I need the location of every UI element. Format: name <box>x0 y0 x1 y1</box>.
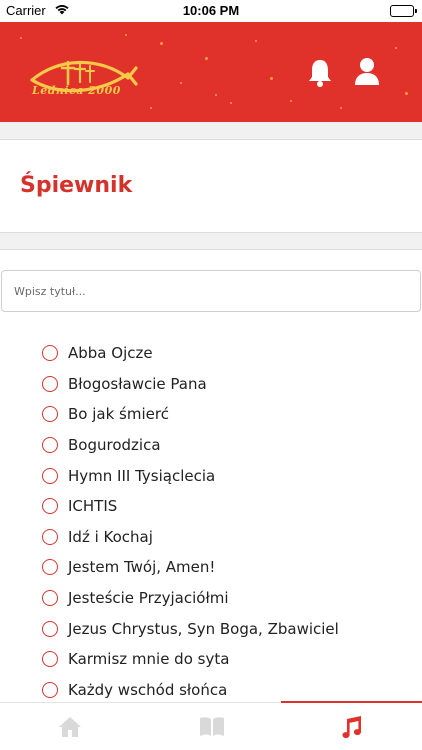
list-item[interactable]: Błogosławcie Pana <box>0 369 422 400</box>
list-item[interactable]: Jezus Chrystus, Syn Boga, Zbawiciel <box>0 613 422 644</box>
list-item[interactable]: ICHTIS <box>0 491 422 522</box>
book-icon <box>200 717 224 736</box>
radio-icon[interactable] <box>42 651 58 668</box>
logo-text: Lednica 2000 <box>32 84 121 97</box>
list-item[interactable]: Jestem Twój, Amen! <box>0 552 422 583</box>
radio-icon[interactable] <box>42 590 58 607</box>
list-item[interactable]: Abba Ojcze <box>0 338 422 369</box>
song-title: Jestem Twój, Amen! <box>68 558 216 577</box>
radio-icon[interactable] <box>42 437 58 454</box>
search-input[interactable] <box>1 270 421 312</box>
list-item[interactable]: Idź i Kochaj <box>0 522 422 553</box>
radio-icon[interactable] <box>42 559 58 576</box>
battery-icon <box>390 5 417 17</box>
radio-icon[interactable] <box>42 375 58 392</box>
home-icon <box>59 717 81 737</box>
list-item[interactable]: Bo jak śmierć <box>0 399 422 430</box>
user-icon[interactable] <box>354 57 380 87</box>
section-divider <box>0 122 422 140</box>
song-title: Bogurodzica <box>68 436 161 455</box>
section-divider <box>0 232 422 250</box>
song-list: Abba Ojcze Błogosławcie Pana Bo jak śmie… <box>0 338 422 705</box>
song-title: Jezus Chrystus, Syn Boga, Zbawiciel <box>68 619 339 638</box>
status-bar: Carrier 10:06 PM <box>0 0 422 22</box>
music-note-icon <box>342 716 362 739</box>
tab-songbook[interactable] <box>281 701 422 750</box>
bell-icon[interactable] <box>306 58 334 88</box>
song-title: Bo jak śmierć <box>68 405 169 424</box>
active-tab-indicator <box>281 701 422 703</box>
song-title: Idź i Kochaj <box>68 527 153 546</box>
tab-home[interactable] <box>0 703 140 750</box>
list-item[interactable]: Karmisz mnie do syta <box>0 644 422 675</box>
song-title: Karmisz mnie do syta <box>68 650 230 669</box>
song-title: Każdy wschód słońca <box>68 680 228 699</box>
song-title: Abba Ojcze <box>68 344 153 363</box>
song-title: ICHTIS <box>68 497 118 516</box>
status-time: 10:06 PM <box>182 3 240 18</box>
radio-icon[interactable] <box>42 528 58 545</box>
song-title: Hymn III Tysiąclecia <box>68 466 216 485</box>
list-item[interactable]: Hymn III Tysiąclecia <box>0 460 422 491</box>
list-item[interactable]: Jesteście Przyjaciółmi <box>0 583 422 614</box>
radio-icon[interactable] <box>42 406 58 423</box>
title-card: Śpiewnik <box>0 140 422 232</box>
radio-icon[interactable] <box>42 681 58 698</box>
tab-bar <box>0 701 422 750</box>
list-item[interactable]: Bogurodzica <box>0 430 422 461</box>
app-screen: Carrier 10:06 PM Lednica 2000 Śpiewnik W… <box>0 0 422 750</box>
radio-icon[interactable] <box>42 620 58 637</box>
page-title: Śpiewnik <box>20 173 133 198</box>
song-title: Jesteście Przyjaciółmi <box>68 589 229 608</box>
radio-icon[interactable] <box>42 467 58 484</box>
tab-book[interactable] <box>141 703 281 750</box>
radio-icon[interactable] <box>42 345 58 362</box>
app-header: Lednica 2000 <box>0 22 422 122</box>
radio-icon[interactable] <box>42 498 58 515</box>
song-title: Błogosławcie Pana <box>68 374 207 393</box>
